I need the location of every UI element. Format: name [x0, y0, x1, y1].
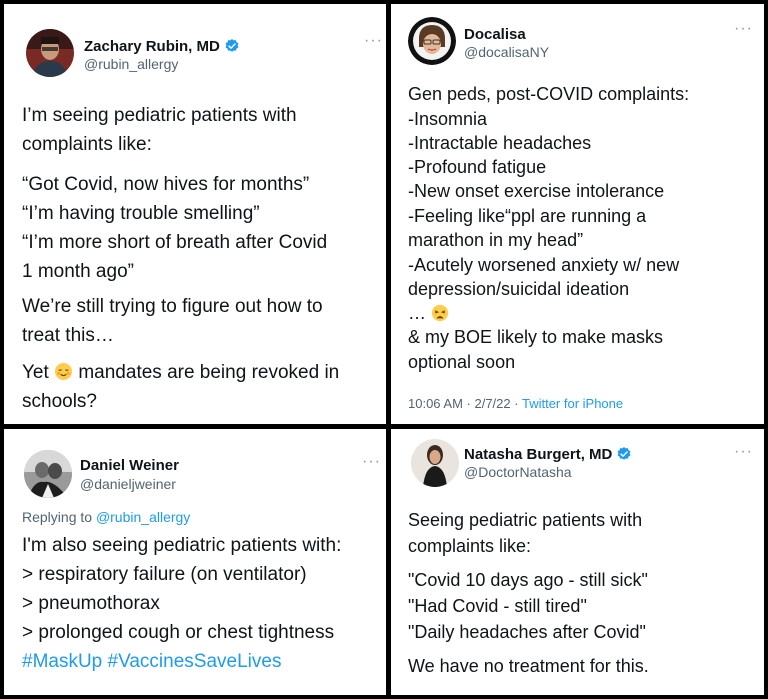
tweet-text-line: complaints like: [408, 536, 532, 556]
tweet-text-line: I’m seeing pediatric patients with [22, 105, 297, 126]
tweet-text-line: “I’m more short of breath after Covid [22, 232, 328, 253]
tweet-text-line: We have no treatment for this. [408, 656, 649, 676]
avatar[interactable] [408, 17, 456, 65]
replying-to-handle-link[interactable]: @rubin_allergy [96, 509, 190, 525]
tweet-text-line: -Feeling like“ppl are running a [408, 206, 647, 226]
avatar[interactable] [411, 439, 459, 487]
tweet-text-line: "Covid 10 days ago - still sick" [408, 570, 648, 590]
avatar[interactable] [24, 450, 72, 498]
tweet-card-rubin: Zachary Rubin, MD @rubin_allergy ··· I’m… [4, 4, 386, 424]
tweet-text-line: Gen peds, post-COVID complaints: [408, 84, 690, 104]
verified-badge-icon [225, 39, 239, 52]
relieved-face-emoji-icon [55, 362, 73, 381]
tweet-text-line: > pneumothorax [22, 593, 160, 614]
tweet-text-line: > respiratory failure (on ventilator) [22, 564, 307, 585]
tweet-text-line: -Acutely worsened anxiety w/ new [408, 255, 680, 275]
author-name[interactable]: Daniel Weiner [80, 457, 179, 474]
author-handle[interactable]: @danieljweiner [80, 476, 176, 492]
tweet-text-line: "Daily headaches after Covid" [408, 622, 646, 642]
tweet-text-line: depression/suicidal ideation [408, 279, 630, 299]
author-name[interactable]: Natasha Burgert, MD [464, 446, 632, 463]
tweet-text-line: complaints like: [22, 134, 152, 155]
tweet-text-line: schools? [22, 391, 97, 412]
tweet-text-line: -Intractable headaches [408, 133, 592, 153]
tweet-source-link[interactable]: Twitter for iPhone [522, 396, 623, 411]
tweet-text-line: optional soon [408, 352, 516, 372]
tweet-text-line: -Insomnia [408, 109, 488, 129]
tweet-text-line: & my BOE likely to make masks [408, 327, 664, 347]
more-options-icon[interactable]: ··· [734, 20, 753, 38]
tweet-text-line: “I’m having trouble smelling” [22, 203, 260, 224]
tweet-text-line: “Got Covid, now hives for months” [22, 174, 310, 195]
author-handle[interactable]: @docalisaNY [464, 44, 549, 60]
more-options-icon[interactable]: ··· [362, 453, 381, 471]
tweet-text-line: 1 month ago” [22, 261, 134, 282]
author-handle[interactable]: @rubin_allergy [84, 56, 178, 72]
verified-badge-icon [617, 447, 631, 460]
tweet-card-weiner: Daniel Weiner @danieljweiner ··· Replyin… [4, 429, 386, 695]
author-name[interactable]: Docalisa [464, 26, 526, 43]
more-options-icon[interactable]: ··· [364, 32, 383, 50]
tweet-timestamp[interactable]: 10:06 AM · 2/7/22 · Twitter for iPhone [408, 396, 623, 411]
replying-to: Replying to @rubin_allergy [22, 509, 191, 525]
tweet-text-line: … [408, 303, 449, 324]
tweet-text-line: I'm also seeing pediatric patients with: [22, 535, 342, 556]
tweet-text-line: > prolonged cough or chest tightness [22, 622, 335, 643]
weary-face-emoji-icon [431, 304, 449, 322]
tweet-text-line: We’re still trying to figure out how to [22, 296, 323, 317]
avatar[interactable] [26, 29, 74, 77]
tweet-text-line: Yet mandates are being revoked in [22, 362, 340, 383]
tweet-text-line: marathon in my head” [408, 230, 584, 250]
tweet-text-line: "Had Covid - still tired" [408, 596, 587, 616]
author-handle[interactable]: @DoctorNatasha [464, 464, 572, 480]
tweet-text-line: -New onset exercise intolerance [408, 181, 665, 201]
tweet-text-line: treat this… [22, 325, 114, 346]
tweet-card-docalisa: Docalisa @docalisaNY ··· Gen peds, post-… [391, 4, 764, 424]
author-name[interactable]: Zachary Rubin, MD [84, 38, 240, 55]
tweet-text-line: Seeing pediatric patients with [408, 510, 643, 530]
tweet-card-burgert: Natasha Burgert, MD @DoctorNatasha ··· S… [391, 429, 764, 695]
hashtag-links[interactable]: #MaskUp #VaccinesSaveLives [22, 651, 281, 673]
more-options-icon[interactable]: ··· [734, 443, 753, 461]
tweet-text-line: -Profound fatigue [408, 157, 547, 177]
